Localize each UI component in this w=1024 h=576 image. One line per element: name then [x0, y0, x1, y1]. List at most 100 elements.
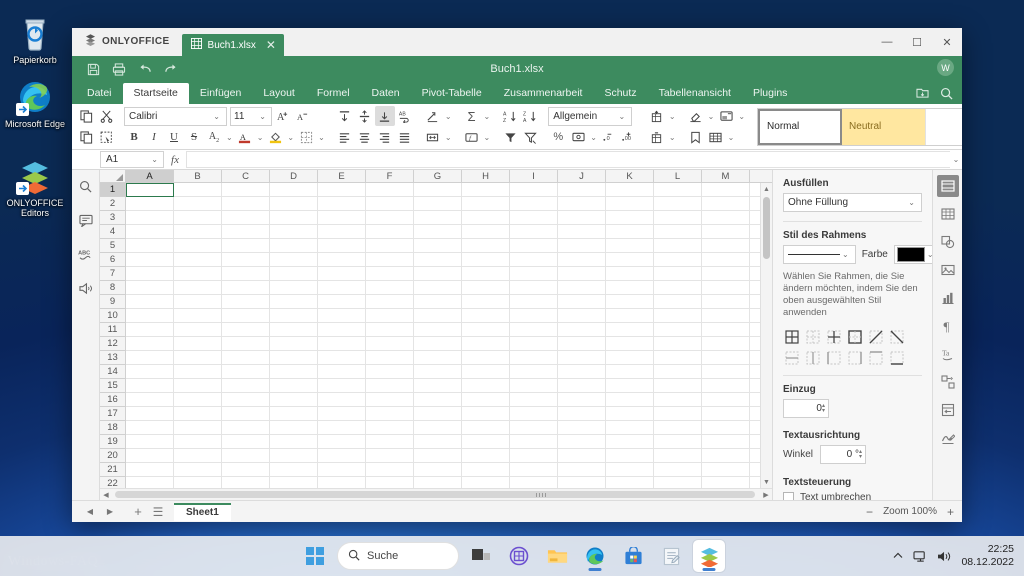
cell-reference-input[interactable]: A1 ⌄: [100, 151, 164, 168]
left-border-icon[interactable]: [825, 349, 842, 366]
underline-button[interactable]: U: [164, 127, 184, 147]
inner-borders-icon[interactable]: [804, 328, 821, 345]
italic-button[interactable]: I: [144, 127, 164, 147]
column-header-b[interactable]: B: [174, 170, 222, 182]
border-style-select[interactable]: ⌄: [783, 245, 856, 264]
borders-button[interactable]: [296, 127, 316, 147]
scroll-up-icon[interactable]: ▲: [761, 183, 772, 195]
column-header-a[interactable]: A: [126, 170, 174, 182]
column-header-k[interactable]: K: [606, 170, 654, 182]
signature-settings-icon[interactable]: [937, 427, 959, 449]
bold-button[interactable]: B: [124, 127, 144, 147]
bottom-border-icon[interactable]: [888, 349, 905, 366]
search-icon[interactable]: [936, 85, 956, 101]
document-tab[interactable]: Buch1.xlsx ✕: [181, 34, 284, 56]
chart-settings-icon[interactable]: [937, 287, 959, 309]
formula-input[interactable]: [186, 151, 950, 168]
tab-schutz[interactable]: Schutz: [593, 83, 647, 104]
inner-vertical-border-icon[interactable]: [804, 349, 821, 366]
chevron-down-icon[interactable]: ⌄: [617, 112, 628, 121]
insert-function-icon[interactable]: fx: [164, 154, 186, 166]
row-header-9[interactable]: 9: [100, 295, 125, 309]
increase-font-size-button[interactable]: A: [272, 106, 292, 126]
microsoft-edge-button[interactable]: [579, 540, 611, 572]
fill-color-button[interactable]: [265, 127, 285, 147]
increase-decimal-button[interactable]: 00: [619, 127, 639, 147]
right-border-icon[interactable]: [846, 349, 863, 366]
percent-style-button[interactable]: %: [548, 127, 568, 147]
number-format-select[interactable]: Allgemein ⌄: [548, 106, 633, 126]
row-header-2[interactable]: 2: [100, 197, 125, 211]
desktop-icon-onlyoffice-editors[interactable]: ONLYOFFICE Editors: [2, 157, 68, 218]
chevron-down-icon[interactable]: ⌄: [736, 112, 747, 121]
save-button[interactable]: [80, 59, 106, 79]
onlyoffice-taskbar-button[interactable]: [693, 540, 725, 572]
stepper-arrows-icon[interactable]: ▴ ▾: [822, 403, 825, 414]
column-header-l[interactable]: L: [654, 170, 702, 182]
cell-style-neutral[interactable]: Neutral: [842, 108, 927, 145]
format-painter-button[interactable]: [96, 127, 116, 147]
clear-filter-button[interactable]: [520, 127, 540, 147]
copy-button[interactable]: [76, 106, 96, 126]
row-header-1[interactable]: 1: [100, 183, 125, 197]
scroll-down-icon[interactable]: ▼: [761, 476, 772, 488]
next-sheet-button[interactable]: ▶: [100, 504, 120, 520]
align-justify-button[interactable]: [395, 127, 415, 147]
maximize-button[interactable]: ☐: [902, 28, 932, 56]
zoom-out-button[interactable]: −: [866, 505, 873, 519]
image-settings-icon[interactable]: [937, 259, 959, 281]
print-button[interactable]: [106, 59, 132, 79]
tab-datei[interactable]: Datei: [76, 83, 123, 104]
chevron-down-icon[interactable]: ⌄: [255, 133, 266, 142]
open-file-location-icon[interactable]: [912, 85, 932, 101]
redo-button[interactable]: [158, 59, 184, 79]
currency-style-button[interactable]: [568, 127, 588, 147]
tab-startseite[interactable]: Startseite: [122, 83, 189, 104]
row-header-5[interactable]: 5: [100, 239, 125, 253]
font-color-button[interactable]: A: [235, 127, 255, 147]
notepad-button[interactable]: [655, 540, 687, 572]
column-header-f[interactable]: F: [366, 170, 414, 182]
fill-select[interactable]: Ohne Füllung ⌄: [783, 193, 922, 212]
border-color-swatch[interactable]: [896, 247, 925, 262]
row-header-7[interactable]: 7: [100, 267, 125, 281]
cell-area[interactable]: [126, 183, 760, 488]
row-header-6[interactable]: 6: [100, 253, 125, 267]
chevron-down-icon[interactable]: ⌄: [667, 112, 678, 121]
spreadsheet-grid[interactable]: A B C D E F G H I J K L M 1 2 3 4 5 6 7 …: [100, 170, 772, 500]
active-cell-a1[interactable]: [126, 183, 174, 197]
column-header-m[interactable]: M: [702, 170, 750, 182]
chevron-down-icon[interactable]: ⌄: [211, 112, 222, 121]
minimize-button[interactable]: —: [872, 28, 902, 56]
conditional-format-button[interactable]: [716, 106, 736, 126]
row-header-21[interactable]: 21: [100, 463, 125, 477]
taskbar-clock[interactable]: 22:25 08.12.2022: [961, 543, 1014, 569]
align-top-button[interactable]: [335, 106, 355, 126]
column-header-d[interactable]: D: [270, 170, 318, 182]
spellcheck-icon[interactable]: ABC: [76, 244, 96, 264]
volume-icon[interactable]: [937, 550, 952, 563]
chevron-down-icon[interactable]: ⌄: [706, 112, 717, 121]
align-right-button[interactable]: [375, 127, 395, 147]
zoom-in-button[interactable]: +: [947, 505, 954, 519]
vertical-scrollbar[interactable]: ▲ ▼: [760, 183, 772, 488]
paste-button[interactable]: [76, 127, 96, 147]
row-header-17[interactable]: 17: [100, 407, 125, 421]
scroll-grip-icon[interactable]: [536, 493, 548, 497]
chevron-down-icon[interactable]: ⌄: [443, 112, 454, 121]
feedback-icon[interactable]: [76, 278, 96, 298]
angle-stepper[interactable]: 0 ° ▴ ▾: [820, 445, 867, 464]
taskbar-search[interactable]: Suche: [337, 542, 459, 570]
tab-pivot-tabelle[interactable]: Pivot-Tabelle: [411, 83, 493, 104]
table-settings-icon[interactable]: [937, 203, 959, 225]
chevron-down-icon[interactable]: ⌄: [925, 250, 932, 259]
tab-einfuegen[interactable]: Einfügen: [189, 83, 252, 104]
tab-daten[interactable]: Daten: [361, 83, 411, 104]
widgets-button[interactable]: [503, 540, 535, 572]
row-header-19[interactable]: 19: [100, 435, 125, 449]
strikethrough-button[interactable]: S: [184, 127, 204, 147]
chevron-down-icon[interactable]: ⌄: [840, 250, 851, 259]
tab-layout[interactable]: Layout: [252, 83, 306, 104]
align-left-button[interactable]: [335, 127, 355, 147]
row-header-18[interactable]: 18: [100, 421, 125, 435]
